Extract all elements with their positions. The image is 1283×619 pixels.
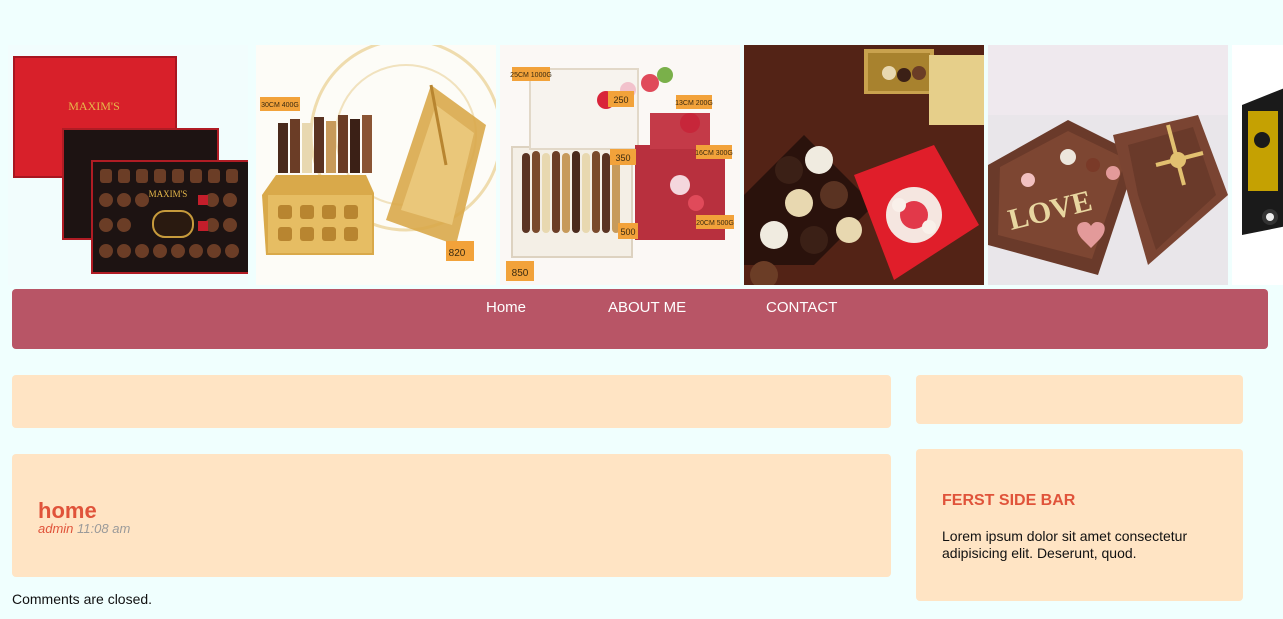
chocolate-box-red-image: MAXIM'S MAXIM'S	[8, 45, 248, 285]
love-box-image: LOVE	[988, 45, 1228, 285]
svg-text:820: 820	[449, 248, 466, 259]
svg-text:16CM 300G: 16CM 300G	[695, 150, 733, 157]
svg-text:350: 350	[615, 153, 630, 163]
sidebar-top-panel	[916, 375, 1243, 424]
main-navbar: Home ABOUT ME CONTACT	[12, 289, 1268, 349]
nav-contact-link[interactable]: CONTACT	[766, 299, 837, 316]
svg-text:250: 250	[613, 95, 628, 105]
svg-text:25CM 1000G: 25CM 1000G	[510, 72, 552, 79]
chocolate-tray-flowers-image: 25CM 1000G 13CM 200G 16CM 300G 20CM 500G…	[500, 45, 740, 285]
nav-home-link[interactable]: Home	[486, 299, 526, 316]
top-content-panel	[12, 375, 891, 428]
post-author[interactable]: admin	[38, 521, 73, 536]
svg-text:MAXIM'S: MAXIM'S	[68, 99, 120, 113]
sidebar-text: Lorem ipsum dolor sit amet consectetur a…	[942, 528, 1188, 561]
chocolate-lantern-image: 30CM 400G 820	[256, 45, 496, 285]
post-meta: admin 11:08 am	[38, 521, 130, 536]
post-time: 11:08 am	[77, 521, 131, 536]
image-gallery: MAXIM'S MAXIM'S 30CM 400G 820 25CM 1000G…	[0, 45, 1283, 285]
post-card: home admin 11:08 am	[12, 454, 891, 577]
nav-about-link[interactable]: ABOUT ME	[608, 299, 686, 316]
sidebar-widget: FERST SIDE BAR Lorem ipsum dolor sit ame…	[916, 449, 1243, 601]
sidebar-title: FERST SIDE BAR	[942, 492, 1076, 509]
truffle-box-image	[744, 45, 984, 285]
partial-chocolate-image	[1232, 45, 1283, 285]
svg-text:MAXIM'S: MAXIM'S	[149, 189, 188, 199]
svg-text:13CM 200G: 13CM 200G	[675, 100, 713, 107]
svg-text:500: 500	[620, 227, 635, 237]
svg-text:850: 850	[512, 268, 529, 279]
comments-closed-note: Comments are closed.	[12, 591, 153, 607]
svg-text:20CM 500G: 20CM 500G	[696, 220, 734, 227]
svg-text:30CM 400G: 30CM 400G	[261, 102, 299, 109]
